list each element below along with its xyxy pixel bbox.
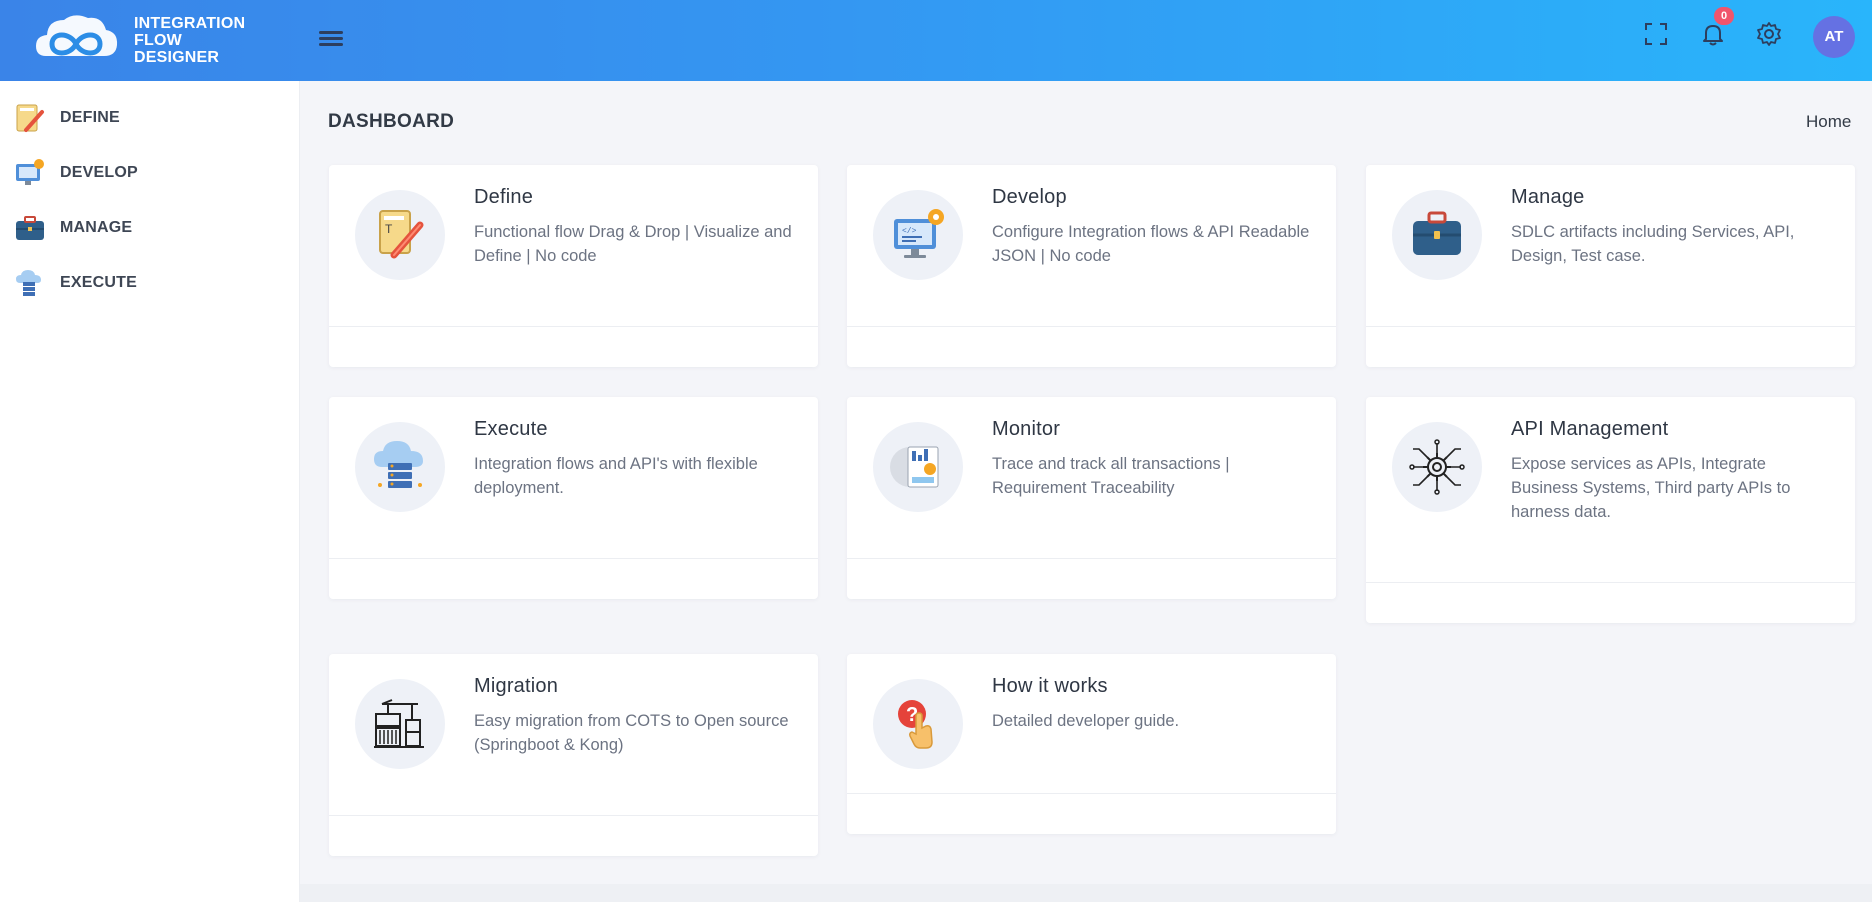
card-footer — [847, 326, 1336, 367]
sidebar: DEFINE DEVELOP MANAGE EXECUTE — [0, 81, 300, 902]
sidebar-item-label: DEFINE — [60, 109, 120, 126]
card-description: Configure Integration flows & API Readab… — [992, 223, 1310, 265]
card-icon-circle — [355, 422, 445, 512]
question-hand-icon: ? — [898, 700, 933, 749]
card-icon-circle — [1392, 422, 1482, 512]
brand-line-2: FLOW — [134, 31, 182, 49]
menu-bar — [319, 37, 343, 40]
card-footer — [329, 326, 818, 367]
card-api-management[interactable]: API Management Expose services as APIs, … — [1366, 397, 1855, 623]
card-title: Define — [474, 186, 534, 208]
fullscreen-icon[interactable] — [1643, 21, 1669, 47]
card-footer — [847, 793, 1336, 834]
card-title: How it works — [992, 675, 1108, 697]
card-develop[interactable]: </> Develop Configure Integration flows … — [847, 165, 1336, 367]
card-title: Monitor — [992, 418, 1061, 440]
card-title: Execute — [474, 418, 548, 440]
logo-icon — [36, 15, 118, 56]
sidebar-item-manage[interactable]: MANAGE — [14, 208, 132, 248]
notification-badge: 0 — [1714, 7, 1734, 25]
brand-line-3: DESIGNER — [134, 48, 220, 66]
card-footer — [329, 815, 818, 856]
card-footer — [1366, 326, 1855, 367]
menu-bar — [319, 31, 343, 34]
develop-icon — [16, 159, 44, 185]
develop-icon: </> — [894, 209, 944, 258]
card-title: Develop — [992, 186, 1067, 208]
menu-bar — [319, 43, 343, 46]
define-icon — [16, 104, 44, 132]
breadcrumb-home[interactable]: Home — [1806, 112, 1851, 132]
svg-text:</>: </> — [902, 227, 917, 236]
card-description: Easy migration from COTS to Open source … — [474, 712, 789, 754]
card-description: Detailed developer guide. — [992, 712, 1180, 730]
card-icon-circle — [1392, 190, 1482, 280]
card-execute[interactable]: Execute Integration flows and API's with… — [329, 397, 818, 599]
page-title: DASHBOARD — [328, 111, 455, 132]
card-migration[interactable]: Migration Easy migration from COTS to Op… — [329, 654, 818, 856]
sidebar-item-define[interactable]: DEFINE — [14, 98, 120, 138]
card-icon-circle — [873, 422, 963, 512]
sidebar-item-label: MANAGE — [60, 219, 133, 236]
sidebar-item-execute[interactable]: EXECUTE — [14, 263, 137, 303]
card-manage[interactable]: Manage SDLC artifacts including Services… — [1366, 165, 1855, 367]
brand-line-1: INTEGRATION — [134, 14, 246, 32]
card-footer — [847, 558, 1336, 599]
brand[interactable]: INTEGRATION FLOW DESIGNER — [30, 6, 245, 74]
migration-crane-icon — [374, 699, 424, 748]
card-description: Functional flow Drag & Drop | Visualize … — [474, 223, 792, 265]
user-avatar[interactable]: AT — [1813, 16, 1855, 58]
card-title: API Management — [1511, 418, 1669, 440]
card-define[interactable]: T Define Functional flow Drag & Drop | V… — [329, 165, 818, 367]
cloud-server-icon — [16, 270, 41, 296]
footer-strip — [300, 884, 1872, 902]
card-title: Migration — [474, 675, 559, 697]
card-footer — [329, 558, 818, 599]
card-monitor[interactable]: Monitor Trace and track all transactions… — [847, 397, 1336, 599]
define-icon: T — [379, 210, 424, 259]
sidebar-item-develop[interactable]: DEVELOP — [14, 153, 138, 193]
card-footer — [1366, 582, 1855, 623]
card-icon-circle: </> — [873, 190, 963, 280]
card-description: Expose services as APIs, Integrate Busin… — [1511, 455, 1791, 521]
card-title: Manage — [1511, 186, 1585, 208]
top-bar: INTEGRATION FLOW DESIGNER 0 AT — [0, 0, 1872, 81]
svg-text:T: T — [385, 222, 393, 236]
card-description: SDLC artifacts including Services, API, … — [1511, 223, 1795, 265]
sidebar-item-label: EXECUTE — [60, 274, 137, 291]
card-icon-circle — [355, 679, 445, 769]
card-how-it-works[interactable]: ? How it works Detailed developer guide. — [847, 654, 1336, 834]
sidebar-item-label: DEVELOP — [60, 164, 138, 181]
card-description: Trace and track all transactions | Requi… — [992, 455, 1230, 497]
card-description: Integration flows and API's with flexibl… — [474, 455, 758, 497]
briefcase-icon — [16, 216, 44, 240]
brand-name: INTEGRATION FLOW DESIGNER — [134, 15, 245, 66]
cloud-server-icon — [374, 441, 423, 488]
card-icon-circle: ? — [873, 679, 963, 769]
card-icon-circle: T — [355, 190, 445, 280]
monitor-report-icon — [890, 446, 939, 488]
api-gear-icon — [1409, 439, 1465, 495]
menu-toggle-button[interactable] — [319, 28, 343, 50]
gear-icon[interactable] — [1756, 21, 1782, 47]
briefcase-icon — [1413, 211, 1461, 255]
